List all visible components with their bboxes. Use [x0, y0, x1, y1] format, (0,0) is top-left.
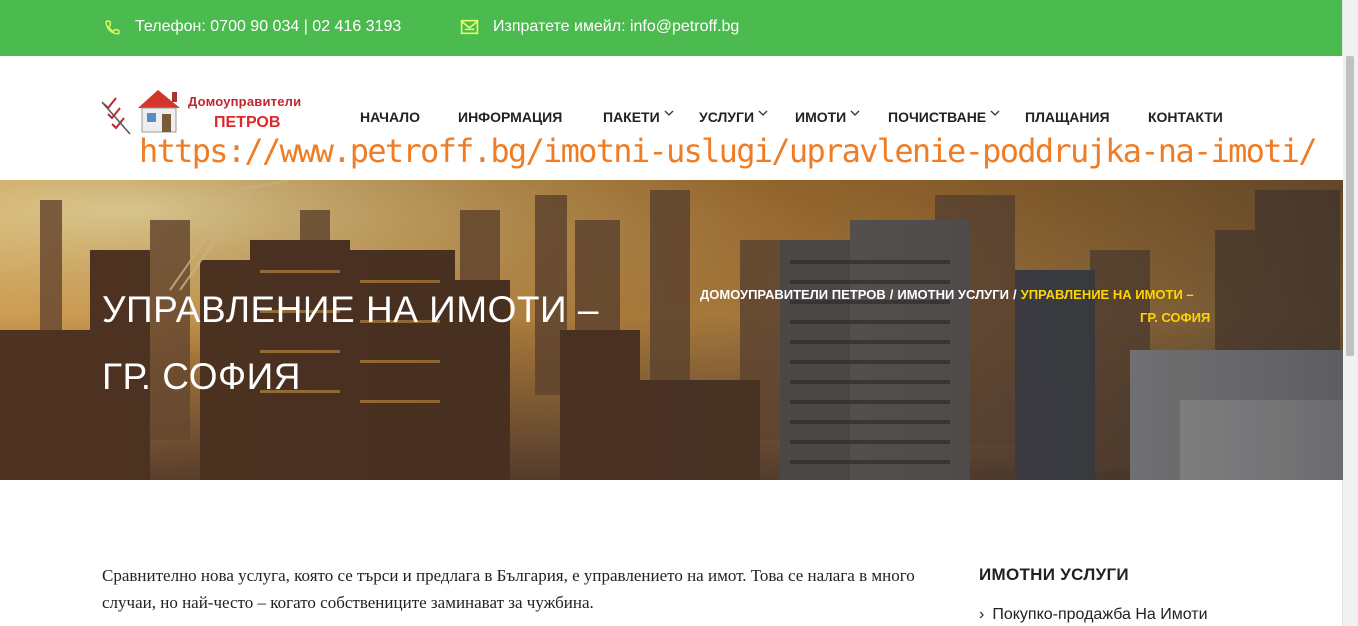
email-contact[interactable]: Изпратете имейл: info@petroff.bg	[460, 18, 739, 36]
overlay-url-text: https://www.petroff.bg/imotni-uslugi/upr…	[139, 132, 1318, 170]
page-title-line1: УПРАВЛЕНИЕ НА ИМОТИ –	[102, 289, 599, 330]
nav-item-info[interactable]: ИНФОРМАЦИЯ	[458, 109, 562, 125]
intro-paragraph: Сравнително нова услуга, която се търси …	[102, 566, 915, 612]
page-title-line2: ГР. СОФИЯ	[102, 356, 301, 397]
nav-item-services[interactable]: УСЛУГИ	[699, 109, 768, 125]
chevron-right-icon: ›	[979, 606, 985, 623]
chevron-down-icon	[990, 110, 1000, 116]
chevron-down-icon	[850, 110, 860, 116]
phone-contact[interactable]: Телефон: 0700 90 034 | 02 416 3193	[104, 18, 401, 36]
chevron-down-icon	[758, 110, 768, 116]
nav-item-payments[interactable]: ПЛАЩАНИЯ	[1025, 109, 1110, 125]
nav-label: ПЛАЩАНИЯ	[1025, 109, 1110, 125]
nav-label: ИНФОРМАЦИЯ	[458, 109, 563, 125]
nav-item-home[interactable]: НАЧАЛО	[360, 109, 420, 125]
nav-item-properties[interactable]: ИМОТИ	[795, 109, 860, 125]
breadcrumb-separator: /	[1013, 287, 1017, 302]
breadcrumb-home-link[interactable]: ДОМОУПРАВИТЕЛИ ПЕТРОВ	[700, 287, 886, 302]
breadcrumb: ДОМОУПРАВИТЕЛИ ПЕТРОВ / ИМОТНИ УСЛУГИ / УПРА…	[700, 283, 1230, 329]
nav-item-contacts[interactable]: КОНТАКТИ	[1148, 109, 1223, 125]
breadcrumb-section-link[interactable]: ИМОТНИ УСЛУГИ	[897, 287, 1009, 302]
nav-label: УСЛУГИ	[699, 109, 755, 125]
breadcrumb-current-line2: ГР. СОФИЯ	[1140, 310, 1211, 325]
nav-item-packages[interactable]: ПАКЕТИ	[603, 109, 674, 125]
nav-label: ИМОТИ	[795, 109, 847, 125]
scrollbar-thumb[interactable]	[1346, 56, 1354, 356]
envelope-icon	[460, 19, 479, 35]
page-scrollbar[interactable]	[1342, 0, 1358, 626]
nav-label: НАЧАЛО	[360, 109, 420, 125]
phone-icon	[105, 19, 120, 35]
phone-text: Телефон: 0700 90 034 | 02 416 3193	[135, 18, 402, 35]
logo-line1: Домоуправители	[188, 94, 302, 109]
nav-label: ПАКЕТИ	[603, 109, 660, 125]
sidebar-item-buy-sell[interactable]: › Покупко-продажба На Имоти	[979, 606, 1208, 624]
nav-item-cleaning[interactable]: ПОЧИСТВАНЕ	[888, 109, 1000, 125]
chevron-down-icon	[664, 110, 674, 116]
sidebar-title: ИМОТНИ УСЛУГИ	[979, 565, 1129, 584]
breadcrumb-separator: /	[889, 287, 894, 302]
page-title: УПРАВЛЕНИЕ НА ИМОТИ – ГР. СОФИЯ	[102, 276, 662, 410]
breadcrumb-current: УПРАВЛЕНИЕ НА ИМОТИ –	[1020, 287, 1194, 302]
nav-label: ПОЧИСТВАНЕ	[888, 109, 987, 125]
sidebar-item-label: Покупко-продажба На Имоти	[992, 606, 1208, 623]
top-contact-bar: Телефон: 0700 90 034 | 02 416 3193 Изпра…	[0, 0, 1343, 56]
email-text: Изпратете имейл: info@petroff.bg	[493, 18, 740, 35]
logo-line2: ПЕТРОВ	[214, 114, 281, 131]
nav-label: КОНТАКТИ	[1148, 109, 1223, 125]
